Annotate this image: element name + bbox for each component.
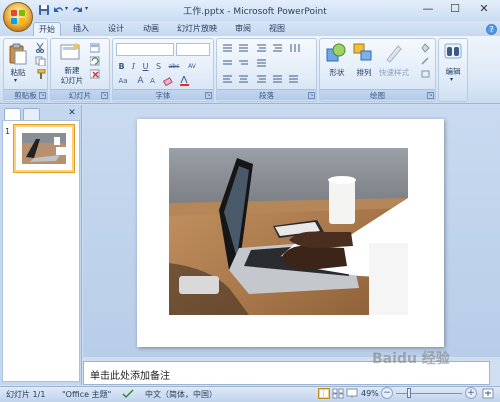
- new-slide-label-2[interactable]: 幻灯片: [54, 75, 90, 86]
- undo-dropdown-icon[interactable]: ▾: [65, 5, 68, 12]
- paragraph-group: 段落 ↘: [216, 38, 317, 102]
- zoom-out-icon[interactable]: −: [381, 387, 393, 399]
- close-button[interactable]: ✕: [469, 0, 499, 18]
- tab-slide-show[interactable]: 幻灯片放映: [172, 22, 222, 36]
- tab-view[interactable]: 视图: [264, 22, 290, 36]
- clear-formatting-icon[interactable]: [163, 76, 174, 86]
- zoom-slider-thumb[interactable]: [407, 388, 411, 398]
- delete-slide-icon[interactable]: [90, 69, 101, 79]
- fit-to-window-icon[interactable]: [482, 388, 494, 399]
- grow-font-button[interactable]: A: [135, 76, 146, 87]
- redo-icon[interactable]: [71, 4, 83, 16]
- paragraph-tools-icons[interactable]: [221, 43, 313, 89]
- reset-icon[interactable]: [90, 56, 101, 66]
- drawing-group-label: 绘图: [320, 89, 435, 100]
- panel-close-icon[interactable]: ✕: [67, 108, 77, 118]
- save-icon[interactable]: [38, 4, 50, 16]
- quick-styles-label[interactable]: 快速样式: [376, 67, 412, 78]
- bold-button[interactable]: B: [116, 61, 127, 72]
- editing-dropdown-icon[interactable]: ▾: [450, 76, 453, 83]
- paragraph-group-label: 段落: [217, 89, 316, 100]
- office-logo-icon: [11, 10, 26, 25]
- shapes-icon[interactable]: [326, 43, 346, 63]
- layout-icon[interactable]: [90, 43, 101, 53]
- tab-insert[interactable]: 插入: [68, 22, 94, 36]
- language-status[interactable]: 中文（简体，中国）: [145, 389, 217, 400]
- italic-button[interactable]: I: [128, 61, 139, 72]
- shape-fill-icon[interactable]: [420, 43, 431, 53]
- font-launcher-icon[interactable]: ↘: [205, 92, 212, 99]
- font-name-combo[interactable]: [116, 43, 174, 56]
- slides-launcher-icon[interactable]: ↘: [101, 92, 108, 99]
- shadow-button[interactable]: S: [153, 61, 164, 72]
- font-color-icon[interactable]: [179, 76, 190, 86]
- copy-icon[interactable]: [35, 56, 46, 66]
- slide-thumbnail[interactable]: [16, 127, 72, 170]
- shape-outline-icon[interactable]: [420, 56, 431, 66]
- strikethrough-button[interactable]: abc: [166, 61, 182, 72]
- customize-qat-icon[interactable]: ▾: [85, 5, 88, 12]
- paste-dropdown-icon[interactable]: ▾: [14, 77, 17, 84]
- help-icon[interactable]: ?: [486, 24, 497, 35]
- underline-button[interactable]: U: [140, 61, 151, 72]
- zoom-slider-track[interactable]: [396, 393, 462, 394]
- find-binoculars-icon[interactable]: [444, 42, 462, 60]
- tab-home[interactable]: 开始: [33, 22, 61, 36]
- maximize-button[interactable]: ☐: [440, 0, 470, 18]
- undo-icon[interactable]: [53, 4, 65, 16]
- watermark-logo: Baidu 经验: [372, 351, 450, 367]
- paragraph-launcher-icon[interactable]: ↘: [308, 92, 315, 99]
- slide-number: 1: [5, 127, 11, 136]
- new-slide-icon[interactable]: [60, 42, 82, 62]
- paste-icon[interactable]: [9, 43, 27, 65]
- shrink-font-button[interactable]: A: [147, 76, 158, 87]
- editing-group: 编辑 ▾: [438, 38, 468, 102]
- slide-count-status[interactable]: 幻灯片 1/1: [6, 389, 45, 400]
- arrange-icon[interactable]: [353, 43, 373, 63]
- quick-styles-icon[interactable]: [384, 43, 404, 63]
- format-painter-icon[interactable]: [35, 69, 46, 79]
- tab-outline[interactable]: [23, 108, 40, 120]
- zoom-level[interactable]: 49%: [361, 389, 379, 398]
- shapes-label[interactable]: 形状: [323, 67, 351, 78]
- slides-group: 新建 幻灯片 幻灯片 ↘: [50, 38, 110, 102]
- normal-view-icon[interactable]: [318, 388, 330, 399]
- notes-placeholder[interactable]: 单击此处添加备注: [90, 367, 170, 382]
- window-title: 工作.pptx - Microsoft PowerPoint: [183, 7, 327, 17]
- slide-sorter-view-icon[interactable]: [332, 388, 344, 399]
- shape-effects-icon[interactable]: [420, 69, 431, 79]
- arrange-label[interactable]: 排列: [350, 67, 378, 78]
- spell-check-icon[interactable]: [122, 389, 134, 399]
- theme-status[interactable]: "Office 主题": [62, 389, 111, 400]
- minimize-button[interactable]: —: [413, 0, 443, 18]
- tab-review[interactable]: 审阅: [230, 22, 256, 36]
- drawing-group: 形状 排列 快速样式 绘图 ↘: [319, 38, 436, 102]
- cut-icon[interactable]: [35, 43, 46, 53]
- font-group: B I U S abc AV Aa A A 字体 ↘: [112, 38, 214, 102]
- slide-photo-image[interactable]: [169, 148, 408, 315]
- character-spacing-button[interactable]: AV: [185, 61, 199, 72]
- slide-show-view-icon[interactable]: [346, 388, 358, 399]
- tab-slides-thumbnails[interactable]: [4, 108, 21, 120]
- office-button[interactable]: [3, 2, 33, 32]
- tab-design[interactable]: 设计: [103, 22, 129, 36]
- font-group-label: 字体: [113, 89, 213, 100]
- zoom-in-icon[interactable]: +: [465, 387, 477, 399]
- clipboard-launcher-icon[interactable]: ↘: [39, 92, 46, 99]
- font-size-combo[interactable]: [176, 43, 210, 56]
- paste-label[interactable]: 粘贴: [6, 67, 30, 78]
- thumbnail-photo-image: [22, 133, 66, 164]
- change-case-button[interactable]: Aa: [116, 76, 130, 87]
- clipboard-group: 粘贴 ▾ 剪贴板 ↘: [3, 38, 48, 102]
- tab-animations[interactable]: 动画: [138, 22, 164, 36]
- drawing-launcher-icon[interactable]: ↘: [427, 92, 434, 99]
